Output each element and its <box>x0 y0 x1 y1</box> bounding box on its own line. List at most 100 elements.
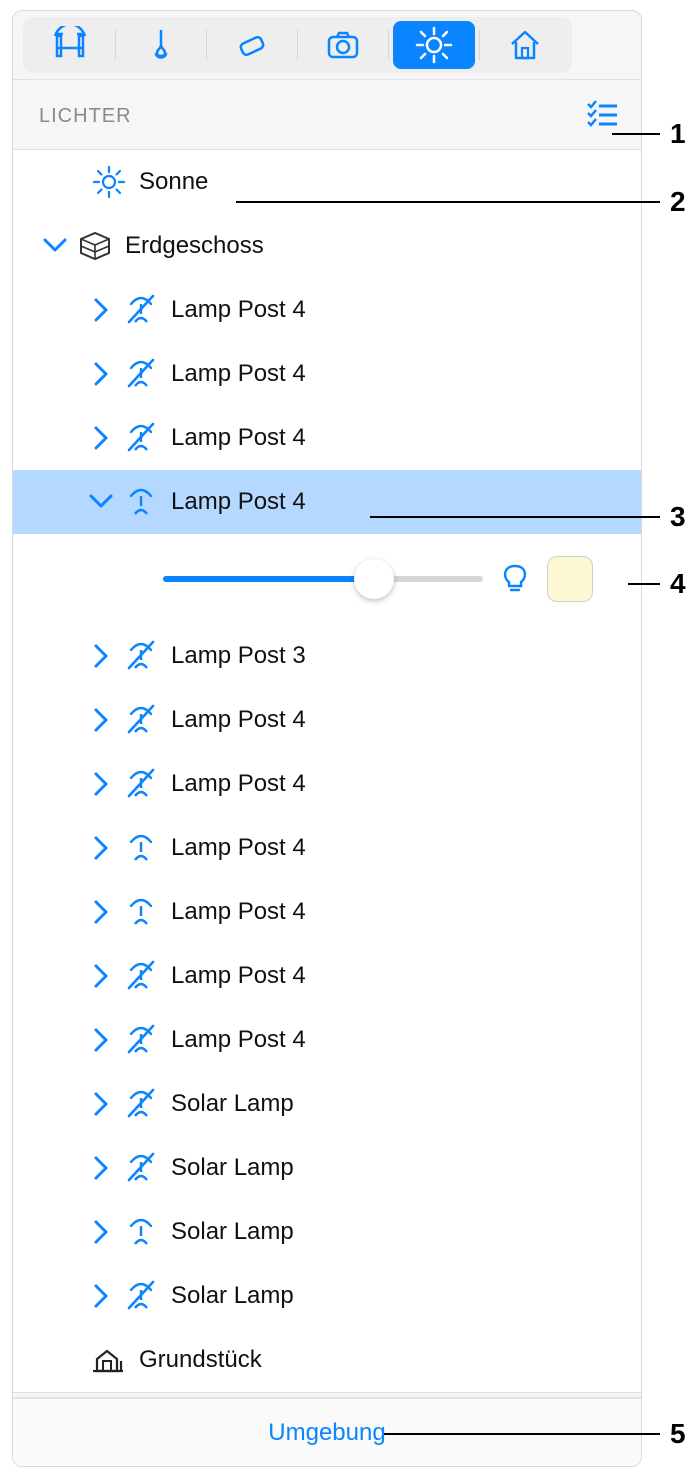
light-row-selected[interactable]: Lamp Post 4 <box>13 470 641 534</box>
lights-panel: LICHTER Sonne Erdgeschoss Lamp Post 4 La… <box>12 10 642 1467</box>
chevron-right-icon[interactable] <box>85 1282 117 1310</box>
light-row[interactable]: Lamp Post 3 <box>13 624 641 688</box>
callout-2: 2 <box>660 186 686 218</box>
light-label: Lamp Post 3 <box>165 642 306 670</box>
light-row[interactable]: Lamp Post 4 <box>13 944 641 1008</box>
environment-link[interactable]: Umgebung <box>268 1419 385 1447</box>
lights-section-header: LICHTER <box>13 80 641 150</box>
toolbar-group <box>23 17 572 73</box>
light-row[interactable]: Solar Lamp <box>13 1264 641 1328</box>
sun-label: Sonne <box>133 168 208 196</box>
lot-group-row[interactable]: Grundstück <box>13 1328 641 1392</box>
slider-fill <box>163 576 374 582</box>
chevron-down-icon[interactable] <box>39 232 71 260</box>
lamp-off-icon <box>117 422 165 454</box>
measure-tab[interactable] <box>29 21 111 69</box>
light-label: Lamp Post 4 <box>165 360 306 388</box>
lamp-off-icon <box>117 704 165 736</box>
separator <box>115 30 116 60</box>
light-label: Lamp Post 4 <box>165 834 306 862</box>
lamp-off-icon <box>117 358 165 390</box>
lamp-off-icon <box>117 960 165 992</box>
panel-footer: Umgebung <box>13 1398 641 1466</box>
light-row[interactable]: Lamp Post 4 <box>13 688 641 752</box>
separator <box>479 30 480 60</box>
floor-label: Erdgeschoss <box>119 232 264 260</box>
light-row[interactable]: Solar Lamp <box>13 1072 641 1136</box>
light-row[interactable]: Lamp Post 4 <box>13 816 641 880</box>
slider-thumb[interactable] <box>354 559 394 599</box>
lamp-icon <box>117 832 165 864</box>
lot-icon <box>85 1345 133 1375</box>
eraser-tab[interactable] <box>211 21 293 69</box>
chevron-right-icon[interactable] <box>85 706 117 734</box>
chevron-right-icon[interactable] <box>85 642 117 670</box>
lamp-icon <box>117 1216 165 1248</box>
light-label: Lamp Post 4 <box>165 424 306 452</box>
lights-list: Sonne Erdgeschoss Lamp Post 4 Lamp Post … <box>13 150 641 1392</box>
light-row[interactable]: Solar Lamp <box>13 1136 641 1200</box>
chevron-right-icon[interactable] <box>85 424 117 452</box>
floor-icon <box>71 231 119 261</box>
light-row[interactable]: Lamp Post 4 <box>13 880 641 944</box>
chevron-right-icon[interactable] <box>85 962 117 990</box>
camera-tab[interactable] <box>302 21 384 69</box>
separator <box>206 30 207 60</box>
section-title: LICHTER <box>39 105 132 128</box>
light-row[interactable]: Lamp Post 4 <box>13 278 641 342</box>
light-row[interactable]: Lamp Post 4 <box>13 1008 641 1072</box>
callout-4: 4 <box>660 568 686 600</box>
materials-tab[interactable] <box>120 21 202 69</box>
lot-label: Grundstück <box>133 1346 262 1374</box>
separator <box>297 30 298 60</box>
sun-row[interactable]: Sonne <box>13 150 641 214</box>
callout-1: 1 <box>660 118 686 150</box>
chevron-right-icon[interactable] <box>85 1026 117 1054</box>
chevron-right-icon[interactable] <box>85 1218 117 1246</box>
lamp-icon <box>117 896 165 928</box>
lamp-icon <box>117 486 165 518</box>
building-tab[interactable] <box>484 21 566 69</box>
sun-icon <box>85 166 133 198</box>
inspector-toolbar <box>13 11 641 80</box>
light-row[interactable]: Lamp Post 4 <box>13 752 641 816</box>
light-label: Solar Lamp <box>165 1154 294 1182</box>
lamp-off-icon <box>117 1088 165 1120</box>
chevron-right-icon[interactable] <box>85 360 117 388</box>
lamp-off-icon <box>117 1152 165 1184</box>
light-label: Lamp Post 4 <box>165 1026 306 1054</box>
lights-tab[interactable] <box>393 21 475 69</box>
light-label: Solar Lamp <box>165 1218 294 1246</box>
light-label: Lamp Post 4 <box>165 296 306 324</box>
light-label: Lamp Post 4 <box>165 770 306 798</box>
light-row[interactable]: Solar Lamp <box>13 1200 641 1264</box>
brightness-slider[interactable] <box>163 576 483 582</box>
separator <box>388 30 389 60</box>
lamp-off-icon <box>117 1024 165 1056</box>
chevron-down-icon[interactable] <box>85 488 117 516</box>
light-label: Lamp Post 4 <box>165 962 306 990</box>
lamp-off-icon <box>117 1280 165 1312</box>
select-all-lights-button[interactable] <box>585 98 621 135</box>
light-label: Lamp Post 4 <box>165 706 306 734</box>
bulb-icon[interactable] <box>499 560 531 599</box>
chevron-right-icon[interactable] <box>85 898 117 926</box>
chevron-right-icon[interactable] <box>85 770 117 798</box>
lamp-off-icon <box>117 768 165 800</box>
light-color-swatch[interactable] <box>547 556 593 602</box>
lamp-off-icon <box>117 294 165 326</box>
callout-5: 5 <box>660 1418 686 1450</box>
light-label: Solar Lamp <box>165 1282 294 1310</box>
chevron-right-icon[interactable] <box>85 1154 117 1182</box>
chevron-right-icon[interactable] <box>85 296 117 324</box>
brightness-controls <box>13 534 641 624</box>
light-label: Solar Lamp <box>165 1090 294 1118</box>
chevron-right-icon[interactable] <box>85 834 117 862</box>
floor-group-row[interactable]: Erdgeschoss <box>13 214 641 278</box>
light-label: Lamp Post 4 <box>165 898 306 926</box>
light-label: Lamp Post 4 <box>165 488 306 516</box>
callout-3: 3 <box>660 501 686 533</box>
chevron-right-icon[interactable] <box>85 1090 117 1118</box>
light-row[interactable]: Lamp Post 4 <box>13 406 641 470</box>
light-row[interactable]: Lamp Post 4 <box>13 342 641 406</box>
